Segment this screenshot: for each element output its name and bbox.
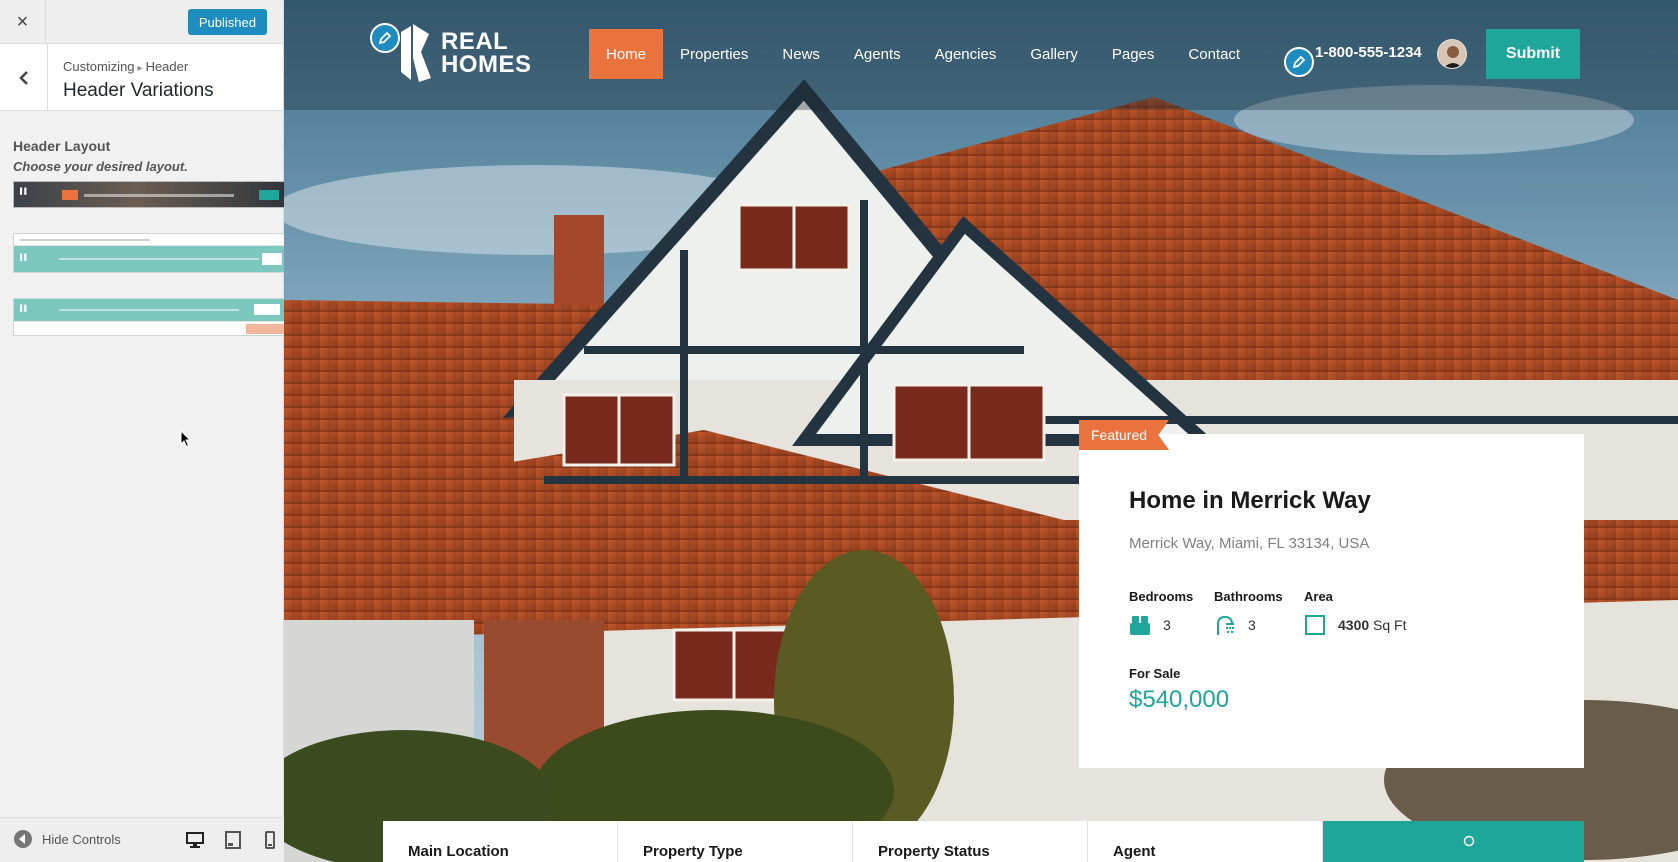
layout-thumb-nav — [84, 194, 234, 197]
breadcrumb-parent: Customizing — [63, 59, 135, 74]
hide-controls-label: Hide Controls — [42, 831, 121, 847]
breadcrumb-separator: ▸ — [137, 63, 143, 74]
property-status: For Sale — [1129, 666, 1181, 681]
search-field-location[interactable]: Main Location — [383, 821, 618, 862]
edit-contact-shortcut[interactable] — [1284, 47, 1314, 77]
control-label: Header Layout — [13, 138, 111, 154]
customizer-header: × Published — [0, 0, 283, 44]
bedrooms-label: Bedrooms — [1129, 589, 1194, 604]
property-title[interactable]: Home in Merrick Way — [1129, 487, 1371, 515]
layout-thumb-logo: ▌▌ — [20, 306, 29, 312]
layout-thumb-logo: ▌▌ — [20, 189, 29, 195]
close-button[interactable]: × — [0, 0, 46, 44]
area-icon — [1305, 615, 1325, 635]
layout-option-3[interactable]: ▌▌ — [13, 298, 286, 336]
featured-property-card[interactable]: Home in Merrick Way Merrick Way, Miami, … — [1079, 434, 1584, 768]
nav-item-gallery[interactable]: Gallery — [1013, 29, 1095, 79]
nav-item-agents[interactable]: Agents — [837, 29, 918, 79]
layout-thumb-logo: ▌▌ — [20, 255, 29, 261]
site-logo[interactable]: REAL HOMES — [399, 22, 532, 84]
search-field-agent[interactable]: Agent — [1088, 821, 1323, 862]
pencil-icon — [1292, 55, 1306, 69]
layout-option-1[interactable]: ▌▌ — [13, 181, 286, 208]
nav-item-home[interactable]: Home — [589, 29, 664, 79]
collapse-icon — [14, 830, 32, 848]
area-feature: Area 4300 Sq Ft — [1304, 589, 1407, 636]
main-nav: Home Properties News Agents Agencies Gal… — [589, 29, 1257, 79]
nav-item-news[interactable]: News — [765, 29, 837, 79]
nav-item-properties[interactable]: Properties — [663, 29, 765, 79]
chevron-left-icon — [18, 70, 28, 85]
site-preview: REAL HOMES Home Properties News Agents A… — [284, 0, 1678, 862]
bedrooms-value: 3 — [1163, 617, 1171, 633]
layout-thumb-button — [259, 190, 279, 200]
bed-icon — [1130, 616, 1150, 635]
layout-option-2[interactable]: ▌▌ — [13, 233, 286, 273]
search-button[interactable] — [1323, 821, 1584, 862]
customizer-footer: Hide Controls — [0, 817, 284, 862]
area-unit: Sq Ft — [1373, 617, 1407, 633]
logo-mark-icon — [401, 24, 431, 82]
section-title: Header Variations — [63, 80, 214, 101]
close-icon: × — [16, 10, 29, 33]
logo-text-line-2: HOMES — [441, 51, 532, 78]
featured-badge: Featured — [1079, 420, 1170, 450]
site-header: REAL HOMES Home Properties News Agents A… — [284, 0, 1678, 110]
search-field-type[interactable]: Property Type — [618, 821, 853, 862]
section-header: Customizing ▸ Header Header Variations — [0, 44, 283, 111]
user-avatar-icon — [1438, 40, 1466, 68]
layout-thumb-active — [62, 190, 78, 200]
tablet-preview-icon[interactable] — [224, 831, 242, 849]
layout-thumb-nav — [59, 258, 259, 260]
nav-item-agencies[interactable]: Agencies — [918, 29, 1014, 79]
submit-button[interactable]: Submit — [1486, 29, 1580, 79]
pencil-icon — [378, 31, 392, 45]
mouse-cursor-icon — [180, 430, 192, 448]
bedrooms-feature: Bedrooms 3 — [1129, 589, 1193, 636]
area-label: Area — [1304, 589, 1333, 604]
shower-icon — [1217, 615, 1235, 635]
user-avatar[interactable] — [1437, 39, 1467, 69]
edit-logo-shortcut[interactable] — [370, 23, 400, 53]
search-icon — [1463, 835, 1475, 847]
property-search-bar: Main Location Property Type Property Sta… — [383, 821, 1584, 862]
back-button[interactable] — [0, 44, 48, 111]
layout-thumb-search — [246, 324, 284, 334]
nav-item-pages[interactable]: Pages — [1095, 29, 1172, 79]
hide-controls-button[interactable]: Hide Controls — [14, 830, 121, 848]
bathrooms-label: Bathrooms — [1214, 589, 1283, 604]
area-value-group: 4300 Sq Ft — [1338, 617, 1407, 633]
bathrooms-feature: Bathrooms 3 — [1214, 589, 1283, 636]
logo-text-line-1: REAL — [441, 28, 509, 55]
property-address: Merrick Way, Miami, FL 33134, USA — [1129, 535, 1370, 552]
layout-thumb-topbar — [20, 239, 150, 241]
published-button[interactable]: Published — [187, 9, 267, 35]
customizer-sidebar: × Published Customizing ▸ Header Header Va… — [0, 0, 286, 862]
breadcrumb-section: Header — [145, 59, 189, 74]
nav-item-contact[interactable]: Contact — [1171, 29, 1257, 79]
logo-text: REAL HOMES — [441, 28, 532, 78]
property-price: $540,000 — [1129, 686, 1230, 713]
bathrooms-value: 3 — [1248, 617, 1256, 633]
layout-thumb-button — [254, 304, 280, 315]
layout-thumb-nav — [59, 309, 239, 311]
control-description: Choose your desired layout. — [13, 159, 188, 174]
mobile-preview-icon[interactable] — [261, 831, 279, 849]
phone-number[interactable]: 1-800-555-1234 — [1315, 44, 1422, 61]
search-field-status[interactable]: Property Status — [853, 821, 1088, 862]
area-value: 4300 — [1338, 617, 1370, 633]
breadcrumb: Customizing ▸ Header — [63, 59, 188, 74]
layout-thumb-button — [262, 253, 282, 265]
desktop-preview-icon[interactable] — [186, 831, 204, 849]
